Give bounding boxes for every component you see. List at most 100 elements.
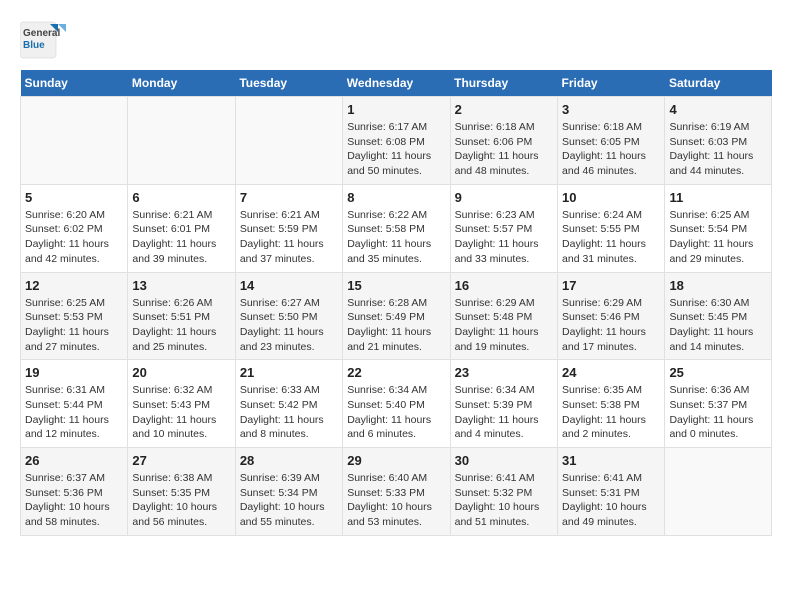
calendar-day-cell: 8 Sunrise: 6:22 AMSunset: 5:58 PMDaylight… bbox=[343, 184, 450, 272]
day-info: Sunrise: 6:39 AMSunset: 5:34 PMDaylight:… bbox=[240, 471, 338, 530]
weekday-header-saturday: Saturday bbox=[665, 70, 772, 97]
logo-svg: General Blue bbox=[20, 20, 70, 60]
day-info: Sunrise: 6:33 AMSunset: 5:42 PMDaylight:… bbox=[240, 383, 338, 442]
calendar-day-cell: 22 Sunrise: 6:34 AMSunset: 5:40 PMDayligh… bbox=[343, 360, 450, 448]
calendar-day-cell: 31 Sunrise: 6:41 AMSunset: 5:31 PMDayligh… bbox=[558, 448, 665, 536]
calendar-day-cell: 15Sunrise: 6:28 AMSunset: 5:49 PMDayligh… bbox=[343, 272, 450, 360]
day-number: 14 bbox=[240, 278, 338, 293]
calendar-day-cell: 18 Sunrise: 6:30 AMSunset: 5:45 PMDayligh… bbox=[665, 272, 772, 360]
calendar-week-row: 1 Sunrise: 6:17 AMSunset: 6:08 PMDaylight… bbox=[21, 97, 772, 185]
day-info: Sunrise: 6:37 AMSunset: 5:36 PMDaylight:… bbox=[25, 471, 123, 530]
calendar-day-cell: 24 Sunrise: 6:35 AMSunset: 5:38 PMDayligh… bbox=[558, 360, 665, 448]
day-number: 9 bbox=[455, 190, 553, 205]
calendar-day-cell: 10 Sunrise: 6:24 AMSunset: 5:55 PMDayligh… bbox=[558, 184, 665, 272]
day-number: 1 bbox=[347, 102, 445, 117]
calendar-day-cell: 11 Sunrise: 6:25 AMSunset: 5:54 PMDayligh… bbox=[665, 184, 772, 272]
weekday-header-tuesday: Tuesday bbox=[235, 70, 342, 97]
calendar-day-cell: 16 Sunrise: 6:29 AMSunset: 5:48 PMDayligh… bbox=[450, 272, 557, 360]
calendar-day-cell: 26 Sunrise: 6:37 AMSunset: 5:36 PMDayligh… bbox=[21, 448, 128, 536]
calendar-week-row: 5 Sunrise: 6:20 AMSunset: 6:02 PMDaylight… bbox=[21, 184, 772, 272]
day-number: 12 bbox=[25, 278, 123, 293]
calendar-day-cell: 14Sunrise: 6:27 AMSunset: 5:50 PMDayligh… bbox=[235, 272, 342, 360]
day-number: 31 bbox=[562, 453, 660, 468]
day-info: Sunrise: 6:29 AMSunset: 5:46 PMDaylight:… bbox=[562, 296, 660, 355]
logo: General Blue bbox=[20, 20, 70, 60]
day-info: Sunrise: 6:36 AMSunset: 5:37 PMDaylight:… bbox=[669, 383, 767, 442]
day-info: Sunrise: 6:41 AMSunset: 5:32 PMDaylight:… bbox=[455, 471, 553, 530]
day-info: Sunrise: 6:24 AMSunset: 5:55 PMDaylight:… bbox=[562, 208, 660, 267]
day-info: Sunrise: 6:21 AMSunset: 6:01 PMDaylight:… bbox=[132, 208, 230, 267]
calendar-day-cell: 25 Sunrise: 6:36 AMSunset: 5:37 PMDayligh… bbox=[665, 360, 772, 448]
day-info: Sunrise: 6:17 AMSunset: 6:08 PMDaylight:… bbox=[347, 120, 445, 179]
day-number: 20 bbox=[132, 365, 230, 380]
day-info: Sunrise: 6:23 AMSunset: 5:57 PMDaylight:… bbox=[455, 208, 553, 267]
day-number: 18 bbox=[669, 278, 767, 293]
day-number: 28 bbox=[240, 453, 338, 468]
day-number: 19 bbox=[25, 365, 123, 380]
day-info: Sunrise: 6:41 AMSunset: 5:31 PMDaylight:… bbox=[562, 471, 660, 530]
weekday-header-monday: Monday bbox=[128, 70, 235, 97]
calendar-day-cell: 20Sunrise: 6:32 AMSunset: 5:43 PMDayligh… bbox=[128, 360, 235, 448]
day-number: 11 bbox=[669, 190, 767, 205]
calendar-day-cell: 30 Sunrise: 6:41 AMSunset: 5:32 PMDayligh… bbox=[450, 448, 557, 536]
page-header: General Blue bbox=[20, 20, 772, 60]
day-info: Sunrise: 6:40 AMSunset: 5:33 PMDaylight:… bbox=[347, 471, 445, 530]
calendar-day-cell: 17 Sunrise: 6:29 AMSunset: 5:46 PMDayligh… bbox=[558, 272, 665, 360]
calendar-day-cell: 29 Sunrise: 6:40 AMSunset: 5:33 PMDayligh… bbox=[343, 448, 450, 536]
day-info: Sunrise: 6:18 AMSunset: 6:06 PMDaylight:… bbox=[455, 120, 553, 179]
day-number: 15 bbox=[347, 278, 445, 293]
day-number: 29 bbox=[347, 453, 445, 468]
calendar-week-row: 12Sunrise: 6:25 AMSunset: 5:53 PMDayligh… bbox=[21, 272, 772, 360]
day-number: 26 bbox=[25, 453, 123, 468]
calendar-day-cell: 12Sunrise: 6:25 AMSunset: 5:53 PMDayligh… bbox=[21, 272, 128, 360]
day-number: 7 bbox=[240, 190, 338, 205]
day-number: 13 bbox=[132, 278, 230, 293]
day-info: Sunrise: 6:38 AMSunset: 5:35 PMDaylight:… bbox=[132, 471, 230, 530]
day-number: 2 bbox=[455, 102, 553, 117]
calendar-day-cell: 5 Sunrise: 6:20 AMSunset: 6:02 PMDaylight… bbox=[21, 184, 128, 272]
empty-day-cell bbox=[21, 97, 128, 185]
calendar-day-cell: 7 Sunrise: 6:21 AMSunset: 5:59 PMDaylight… bbox=[235, 184, 342, 272]
day-number: 25 bbox=[669, 365, 767, 380]
day-number: 23 bbox=[455, 365, 553, 380]
empty-day-cell bbox=[665, 448, 772, 536]
weekday-header-row: SundayMondayTuesdayWednesdayThursdayFrid… bbox=[21, 70, 772, 97]
day-info: Sunrise: 6:18 AMSunset: 6:05 PMDaylight:… bbox=[562, 120, 660, 179]
day-number: 3 bbox=[562, 102, 660, 117]
day-number: 22 bbox=[347, 365, 445, 380]
calendar-day-cell: 1 Sunrise: 6:17 AMSunset: 6:08 PMDaylight… bbox=[343, 97, 450, 185]
day-number: 6 bbox=[132, 190, 230, 205]
empty-day-cell bbox=[128, 97, 235, 185]
day-number: 16 bbox=[455, 278, 553, 293]
day-info: Sunrise: 6:34 AMSunset: 5:39 PMDaylight:… bbox=[455, 383, 553, 442]
day-info: Sunrise: 6:22 AMSunset: 5:58 PMDaylight:… bbox=[347, 208, 445, 267]
calendar-day-cell: 3 Sunrise: 6:18 AMSunset: 6:05 PMDaylight… bbox=[558, 97, 665, 185]
calendar-day-cell: 21 Sunrise: 6:33 AMSunset: 5:42 PMDayligh… bbox=[235, 360, 342, 448]
day-info: Sunrise: 6:34 AMSunset: 5:40 PMDaylight:… bbox=[347, 383, 445, 442]
day-number: 24 bbox=[562, 365, 660, 380]
day-number: 8 bbox=[347, 190, 445, 205]
weekday-header-friday: Friday bbox=[558, 70, 665, 97]
day-info: Sunrise: 6:25 AMSunset: 5:54 PMDaylight:… bbox=[669, 208, 767, 267]
calendar-week-row: 26 Sunrise: 6:37 AMSunset: 5:36 PMDayligh… bbox=[21, 448, 772, 536]
calendar-day-cell: 13Sunrise: 6:26 AMSunset: 5:51 PMDayligh… bbox=[128, 272, 235, 360]
day-number: 27 bbox=[132, 453, 230, 468]
day-info: Sunrise: 6:20 AMSunset: 6:02 PMDaylight:… bbox=[25, 208, 123, 267]
day-number: 5 bbox=[25, 190, 123, 205]
day-info: Sunrise: 6:31 AMSunset: 5:44 PMDaylight:… bbox=[25, 383, 123, 442]
day-number: 17 bbox=[562, 278, 660, 293]
day-number: 4 bbox=[669, 102, 767, 117]
day-number: 30 bbox=[455, 453, 553, 468]
day-info: Sunrise: 6:35 AMSunset: 5:38 PMDaylight:… bbox=[562, 383, 660, 442]
day-info: Sunrise: 6:19 AMSunset: 6:03 PMDaylight:… bbox=[669, 120, 767, 179]
calendar-table: SundayMondayTuesdayWednesdayThursdayFrid… bbox=[20, 70, 772, 536]
calendar-day-cell: 19 Sunrise: 6:31 AMSunset: 5:44 PMDayligh… bbox=[21, 360, 128, 448]
calendar-day-cell: 23 Sunrise: 6:34 AMSunset: 5:39 PMDayligh… bbox=[450, 360, 557, 448]
calendar-day-cell: 2 Sunrise: 6:18 AMSunset: 6:06 PMDaylight… bbox=[450, 97, 557, 185]
day-info: Sunrise: 6:29 AMSunset: 5:48 PMDaylight:… bbox=[455, 296, 553, 355]
day-info: Sunrise: 6:30 AMSunset: 5:45 PMDaylight:… bbox=[669, 296, 767, 355]
day-number: 21 bbox=[240, 365, 338, 380]
calendar-day-cell: 27 Sunrise: 6:38 AMSunset: 5:35 PMDayligh… bbox=[128, 448, 235, 536]
day-number: 10 bbox=[562, 190, 660, 205]
day-info: Sunrise: 6:21 AMSunset: 5:59 PMDaylight:… bbox=[240, 208, 338, 267]
